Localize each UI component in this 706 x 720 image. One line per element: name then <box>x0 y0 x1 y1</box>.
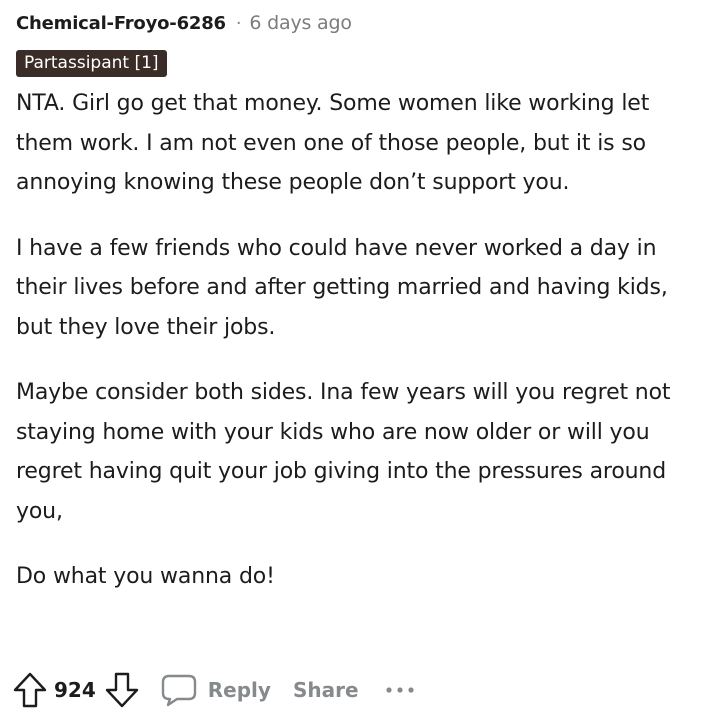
downvote-button[interactable] <box>104 671 140 709</box>
comment: Chemical-Froyo-6286 · 6 days ago Partass… <box>16 8 696 597</box>
reply-label: Reply <box>207 678 271 702</box>
comment-paragraph: I have a few friends who could have neve… <box>16 235 668 340</box>
downvote-icon <box>105 672 138 708</box>
more-options-icon <box>385 687 414 693</box>
share-button[interactable]: Share <box>293 678 359 702</box>
comment-meta: Chemical-Froyo-6286 · 6 days ago <box>16 8 696 38</box>
vote-score: 924 <box>54 678 96 702</box>
timestamp[interactable]: 6 days ago <box>249 12 352 34</box>
comment-paragraph: Do what you wanna do! <box>16 564 275 589</box>
upvote-button[interactable] <box>12 671 48 709</box>
reply-button[interactable]: Reply <box>160 672 271 708</box>
comment-paragraph: Maybe consider both sides. Ina few years… <box>16 380 671 524</box>
author-name[interactable]: Chemical-Froyo-6286 <box>16 13 226 34</box>
more-options-button[interactable] <box>385 685 415 695</box>
comment-actions: 924 Reply Share <box>12 668 415 712</box>
upvote-icon <box>13 672 47 708</box>
meta-separator: · <box>235 12 242 34</box>
comment-paragraph: NTA. Girl go get that money. Some women … <box>16 91 650 195</box>
comment-body: NTA. Girl go get that money. Some women … <box>16 84 696 597</box>
user-flair: Partassipant [1] <box>16 50 167 77</box>
comment-bubble-icon <box>161 674 196 707</box>
